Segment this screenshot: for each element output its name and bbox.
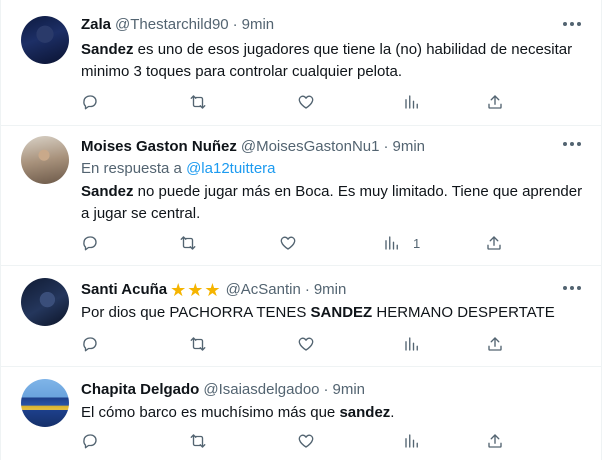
tweet-header: Zala @Thestarchild90 · 9min	[81, 15, 585, 35]
retweet-icon	[189, 432, 207, 450]
star-emoji: ★★★	[170, 280, 222, 300]
timeline-feed: Zala @Thestarchild90 · 9min Sandez es un…	[0, 0, 602, 460]
reply-to-handle-link[interactable]: @la12tuittera	[186, 160, 275, 177]
timestamp[interactable]: 9min	[392, 137, 425, 157]
tweet-actions	[81, 334, 511, 354]
tweet-body: Moises Gaston Nuñez @MoisesGastonNu1 · 9…	[81, 137, 585, 225]
separator-dot: ·	[323, 381, 329, 398]
text-part: Sandez	[81, 41, 134, 58]
separator-dot: ·	[304, 281, 310, 298]
more-horizontal-icon[interactable]	[563, 22, 583, 28]
reply-button[interactable]	[81, 233, 99, 253]
display-name[interactable]: Chapita Delgado	[81, 380, 199, 400]
display-name[interactable]: Moises Gaston Nuñez	[81, 137, 237, 157]
views-count: 1	[413, 235, 421, 251]
tweet[interactable]: Chapita Delgado @Isaiasdelgadoo · 9min E…	[1, 367, 601, 460]
tweet-header: Santi Acuña ★★★ @AcSantin · 9min	[81, 280, 585, 300]
share-icon	[486, 432, 504, 450]
timestamp[interactable]: 9min	[242, 15, 275, 35]
tweet-actions	[81, 431, 511, 451]
avatar[interactable]	[21, 379, 69, 427]
share-icon	[485, 234, 503, 252]
tweet-header: Moises Gaston Nuñez @MoisesGastonNu1 · 9…	[81, 137, 585, 157]
like-button[interactable]	[279, 233, 297, 253]
tweet-text: Sandez no puede jugar más en Boca. Es mu…	[81, 181, 585, 225]
user-handle[interactable]: @AcSantin	[226, 280, 301, 300]
more-horizontal-icon[interactable]	[563, 142, 583, 148]
retweet-button[interactable]	[189, 92, 207, 112]
share-icon	[486, 93, 504, 111]
tweet-actions: 1	[81, 233, 511, 253]
retweet-button[interactable]	[189, 431, 207, 451]
reply-icon	[81, 93, 99, 111]
tweet[interactable]: Zala @Thestarchild90 · 9min Sandez es un…	[1, 0, 601, 126]
separator-dot: ·	[232, 16, 238, 33]
share-button[interactable]	[486, 431, 504, 451]
tweet[interactable]: Santi Acuña ★★★ @AcSantin · 9min Por dio…	[1, 266, 601, 367]
retweet-icon	[179, 234, 197, 252]
views-bar-chart-icon	[403, 93, 421, 111]
text-part: es uno de esos jugadores que tiene la (n…	[81, 41, 573, 80]
text-part: HERMANO DESPERTATE	[372, 304, 555, 321]
reply-button[interactable]	[81, 92, 99, 112]
views-button[interactable]	[403, 92, 433, 112]
text-part: El cómo barco es muchísimo más que	[81, 404, 340, 421]
user-handle[interactable]: @MoisesGastonNu1	[241, 137, 380, 157]
display-name[interactable]: Zala	[81, 15, 111, 35]
text-part: Sandez	[81, 183, 134, 200]
avatar[interactable]	[21, 278, 69, 326]
heart-icon	[297, 93, 315, 111]
heart-icon	[279, 234, 297, 252]
reply-icon	[81, 335, 99, 353]
heart-icon	[297, 335, 315, 353]
retweet-button[interactable]	[189, 334, 207, 354]
text-part: no puede jugar más en Boca. Es muy limit…	[81, 183, 583, 222]
share-button[interactable]	[485, 233, 503, 253]
views-button[interactable]: 1	[383, 233, 420, 253]
text-part: .	[390, 404, 395, 421]
reply-button[interactable]	[81, 431, 99, 451]
tweet-actions	[81, 92, 511, 112]
tweet[interactable]: Moises Gaston Nuñez @MoisesGastonNu1 · 9…	[1, 126, 601, 266]
separator-dot: ·	[383, 138, 389, 155]
retweet-button[interactable]	[179, 233, 197, 253]
user-handle[interactable]: @Thestarchild90	[115, 15, 229, 35]
retweet-icon	[189, 93, 207, 111]
like-button[interactable]	[297, 92, 315, 112]
like-button[interactable]	[297, 431, 315, 451]
tweet-text: El cómo barco es muchísimo más que sande…	[81, 402, 585, 424]
display-name[interactable]: Santi Acuña	[81, 280, 167, 300]
reply-button[interactable]	[81, 334, 99, 354]
views-button[interactable]	[403, 334, 433, 354]
tweet-body: Chapita Delgado @Isaiasdelgadoo · 9min E…	[81, 380, 585, 424]
views-button[interactable]	[403, 431, 433, 451]
text-part: SANDEZ	[310, 304, 373, 321]
views-bar-chart-icon	[403, 432, 421, 450]
avatar[interactable]	[21, 136, 69, 184]
text-part: Por dios que PACHORRA TENES	[81, 304, 311, 321]
tweet-text: Sandez es uno de esos jugadores que tien…	[81, 39, 585, 83]
share-button[interactable]	[486, 92, 504, 112]
tweet-header: Chapita Delgado @Isaiasdelgadoo · 9min	[81, 380, 585, 400]
reply-icon	[81, 234, 99, 252]
more-horizontal-icon[interactable]	[563, 286, 583, 292]
user-handle[interactable]: @Isaiasdelgadoo	[203, 380, 319, 400]
views-bar-chart-icon	[383, 234, 401, 252]
share-button[interactable]	[486, 334, 504, 354]
reply-icon	[81, 432, 99, 450]
retweet-icon	[189, 335, 207, 353]
reply-context: En respuesta a @la12tuittera	[81, 159, 585, 179]
heart-icon	[297, 432, 315, 450]
tweet-body: Zala @Thestarchild90 · 9min Sandez es un…	[81, 15, 585, 83]
tweet-body: Santi Acuña ★★★ @AcSantin · 9min Por dio…	[81, 280, 585, 324]
tweet-text: Por dios que PACHORRA TENES SANDEZ HERMA…	[81, 302, 585, 324]
reply-prefix: En respuesta a	[81, 160, 182, 177]
views-bar-chart-icon	[403, 335, 421, 353]
timestamp[interactable]: 9min	[314, 280, 347, 300]
like-button[interactable]	[297, 334, 315, 354]
text-part: sandez	[339, 404, 391, 421]
timestamp[interactable]: 9min	[333, 380, 366, 400]
share-icon	[486, 335, 504, 353]
avatar[interactable]	[21, 16, 69, 64]
